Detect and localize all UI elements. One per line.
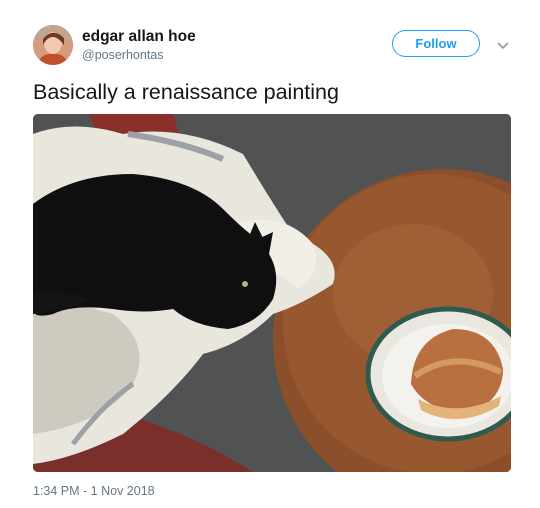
avatar-image: [33, 25, 73, 65]
tweet-photo[interactable]: [33, 114, 511, 472]
follow-button[interactable]: Follow: [392, 30, 480, 57]
chevron-down-icon[interactable]: [497, 38, 509, 50]
user-handle[interactable]: @poserhontas: [82, 48, 164, 62]
tweet-timestamp[interactable]: 1:34 PM - 1 Nov 2018: [33, 484, 155, 498]
photo-illustration: [33, 114, 511, 472]
user-display-name[interactable]: edgar allan hoe: [82, 28, 196, 46]
avatar[interactable]: [33, 25, 73, 65]
tweet-text: Basically a renaissance painting: [33, 80, 339, 104]
